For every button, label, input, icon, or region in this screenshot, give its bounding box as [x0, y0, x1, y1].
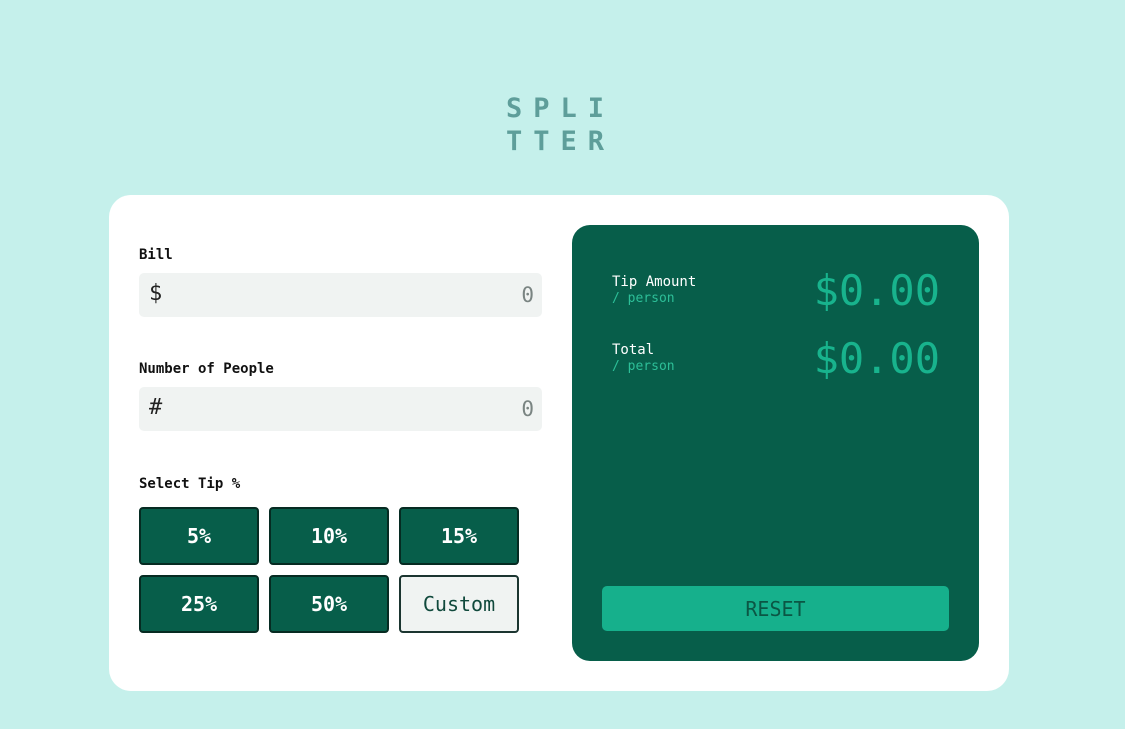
- tip-button-50[interactable]: 50%: [269, 575, 389, 633]
- tip-amount-row: Tip Amount / person $0.00: [612, 266, 940, 324]
- total-value: $0.00: [813, 334, 940, 383]
- app-logo: SPLI TTER: [506, 92, 616, 158]
- result-panel: Tip Amount / person $0.00 Total / person…: [572, 225, 979, 661]
- tip-amount-value: $0.00: [813, 266, 940, 315]
- logo-line-2: TTER: [506, 126, 616, 157]
- hash-icon: #: [149, 395, 163, 420]
- calculator-card: Bill $ Number of People # Select Tip % 5…: [109, 195, 1009, 691]
- total-row: Total / person $0.00: [612, 334, 940, 392]
- bill-field[interactable]: $: [139, 273, 542, 317]
- tip-button-15[interactable]: 15%: [399, 507, 519, 565]
- total-title: Total: [612, 342, 655, 358]
- bill-label: Bill: [139, 247, 173, 263]
- tip-amount-sub: / person: [612, 291, 675, 306]
- tip-amount-title: Tip Amount: [612, 274, 697, 290]
- total-sub: / person: [612, 359, 675, 374]
- dollar-icon: $: [149, 281, 163, 306]
- tip-button-5[interactable]: 5%: [139, 507, 259, 565]
- people-field[interactable]: #: [139, 387, 542, 431]
- bill-input[interactable]: [179, 273, 534, 317]
- tip-button-10[interactable]: 10%: [269, 507, 389, 565]
- tip-custom-button[interactable]: Custom: [399, 575, 519, 633]
- reset-button[interactable]: RESET: [602, 586, 949, 631]
- people-input[interactable]: [179, 387, 534, 431]
- logo-line-1: SPLI: [506, 93, 616, 124]
- people-label: Number of People: [139, 361, 274, 377]
- tip-label: Select Tip %: [139, 476, 241, 492]
- tip-button-25[interactable]: 25%: [139, 575, 259, 633]
